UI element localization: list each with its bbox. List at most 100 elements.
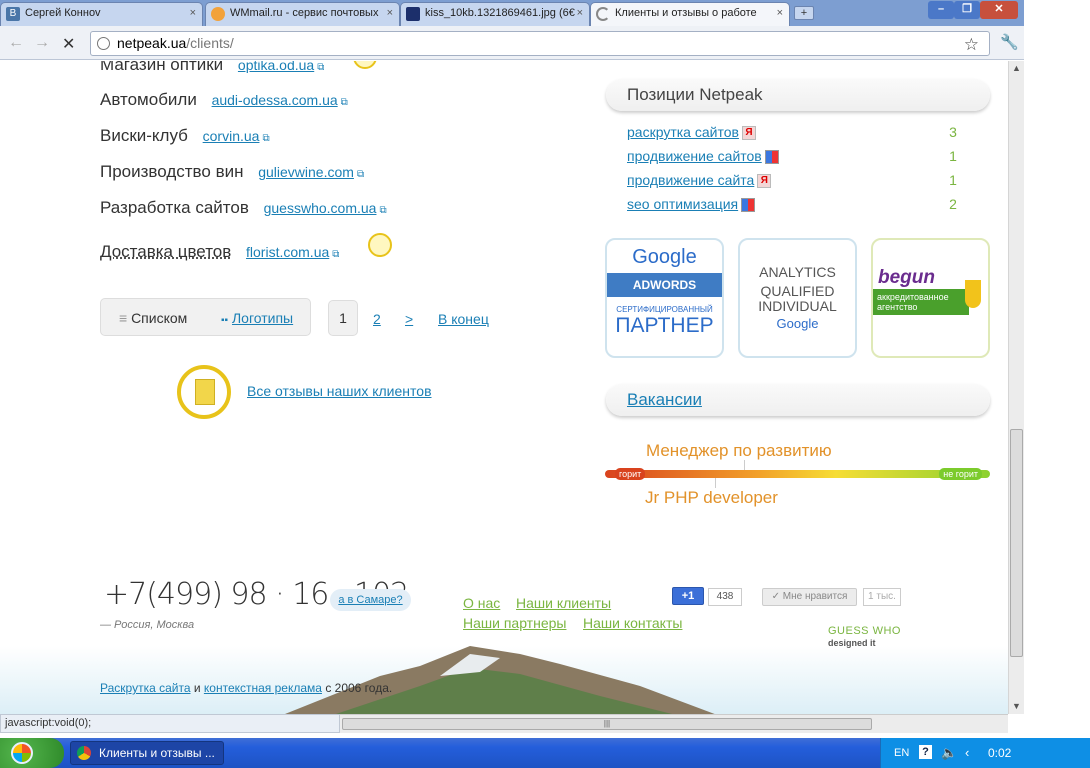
position-query: seo оптимизация — [627, 196, 739, 212]
close-icon[interactable]: × — [777, 7, 783, 19]
minimize-button[interactable]: – — [928, 1, 954, 19]
guesswho-logo[interactable]: GUESS WHO — [828, 625, 901, 637]
position-item[interactable]: продвижение сайтов — [627, 148, 779, 165]
external-link-icon: ⧉ — [317, 62, 325, 73]
footer-link-about[interactable]: О нас — [463, 595, 500, 611]
forward-icon[interactable]: → — [34, 34, 50, 52]
position-item[interactable]: продвижение сайта Я — [627, 172, 772, 189]
language-indicator[interactable]: EN — [894, 747, 909, 759]
samara-button[interactable]: а в Самаре? — [330, 589, 411, 611]
medal-icon — [353, 61, 377, 69]
close-icon[interactable]: × — [190, 7, 196, 19]
speaker-icon[interactable]: 🔈 — [941, 745, 957, 761]
client-row: Разработка сайтов guesswho.com.ua ⧉ — [100, 198, 387, 218]
browser-toolbar: ← → ✕ netpeak.ua/clients/ ☆ 🔧 — [0, 26, 1024, 60]
client-row: Виски-клуб corvin.ua ⧉ — [100, 126, 270, 146]
client-site-link[interactable]: optika.od.ua — [238, 61, 314, 73]
close-icon[interactable]: × — [387, 7, 393, 19]
start-button[interactable] — [0, 738, 64, 768]
client-site-link[interactable]: corvin.ua — [203, 128, 260, 144]
context-ads-link[interactable]: контекстная реклама — [204, 681, 322, 695]
client-row: Доставка цветов florist.com.ua ⧉ — [100, 242, 339, 262]
vacancy-item[interactable]: Jr PHP developer — [645, 488, 778, 508]
tab-title: WMmail.ru - сервис почтовых — [230, 7, 379, 19]
yandex-icon: Я — [741, 126, 756, 141]
client-row: Производство вин gulievwine.com ⧉ — [100, 162, 364, 182]
positions-title: Позиции Netpeak — [606, 79, 990, 111]
position-query: продвижение сайта — [627, 172, 755, 188]
seo-link[interactable]: Раскрутка сайта — [100, 681, 191, 695]
certified-label: СЕРТИФИЦИРОВАННЫЙ — [616, 305, 713, 314]
system-tray: EN ? 🔈 ‹ 0:02 — [880, 738, 1090, 768]
plus-one-count: 438 — [708, 588, 742, 606]
shield-icon — [406, 7, 420, 21]
close-window-button[interactable]: ✕ — [980, 1, 1018, 19]
list-icon: ≡ — [119, 310, 128, 326]
vacancies-panel: Вакансии — [606, 384, 990, 416]
medal-icon — [368, 233, 392, 257]
hscroll-thumb[interactable]: ||| — [342, 718, 872, 730]
client-row: Магазин оптики optika.od.ua ⧉ — [100, 61, 324, 75]
tab-wmmail[interactable]: WMmail.ru - сервис почтовых × — [205, 2, 400, 26]
tab-strip: B Сергей Конноv × WMmail.ru - сервис поч… — [0, 0, 1024, 26]
footer-link-contacts[interactable]: Наши контакты — [583, 615, 682, 631]
position-query: продвижение сайтов — [627, 148, 762, 164]
like-count: 1 тыс. — [863, 588, 901, 606]
google-icon — [741, 198, 756, 213]
vacancies-link[interactable]: Вакансии — [627, 390, 702, 409]
tab-clients[interactable]: Клиенты и отзывы о работе × — [590, 2, 790, 26]
external-link-icon: ⧉ — [262, 133, 270, 144]
client-category: Доставка цветов — [100, 242, 232, 261]
logos-label: Логотипы — [231, 310, 294, 326]
position-rank: 1 — [949, 172, 957, 188]
facebook-like-button[interactable]: ✓ Мне нравится — [762, 588, 857, 606]
urgency-scale: горит не горит — [605, 468, 990, 480]
vacancy-item[interactable]: Менеджер по развитию — [646, 441, 832, 461]
globe-icon — [97, 37, 110, 50]
chevron-left-icon[interactable]: ‹ — [965, 745, 969, 760]
scroll-up-icon[interactable]: ▲ — [1012, 63, 1021, 73]
position-item[interactable]: seo оптимизация — [627, 196, 756, 213]
url-host: netpeak.ua — [117, 35, 187, 51]
pager-page-2[interactable]: 2 — [373, 311, 381, 327]
footer-link-partners[interactable]: Наши партнеры — [463, 615, 566, 631]
wrench-icon[interactable]: 🔧 — [1000, 33, 1019, 51]
horizontal-scrollbar[interactable]: ||| — [340, 714, 1008, 733]
footer-link-clients[interactable]: Наши клиенты — [516, 595, 611, 611]
url-path: /clients/ — [186, 35, 234, 51]
client-site-link[interactable]: audi-odessa.com.ua — [212, 92, 338, 108]
close-icon[interactable]: × — [577, 7, 583, 19]
footer-seo-line: Раскрутка сайта и контекстная реклама с … — [100, 681, 392, 695]
loading-spinner-icon — [596, 7, 610, 21]
mountain-illustration — [0, 646, 1008, 714]
client-site-link[interactable]: gulievwine.com — [258, 164, 354, 180]
designed-by-label: designed it — [828, 638, 876, 648]
tab-image[interactable]: kiss_10kb.1321869461.jpg (6€ × — [400, 2, 590, 26]
back-icon[interactable]: ← — [8, 34, 24, 52]
scroll-thumb[interactable] — [1010, 429, 1023, 657]
tab-title: kiss_10kb.1321869461.jpg (6€ — [425, 7, 575, 19]
pager-last[interactable]: В конец — [438, 311, 489, 327]
list-view-option[interactable]: ≡ Списком — [119, 310, 187, 326]
position-query: раскрутка сайтов — [627, 124, 739, 140]
maximize-button[interactable]: ❐ — [954, 1, 980, 19]
pager-next[interactable]: > — [405, 311, 413, 327]
bookmark-star-icon[interactable]: ☆ — [964, 33, 979, 56]
vk-icon: B — [6, 7, 20, 21]
google-plus-one-button[interactable]: +1 — [672, 587, 704, 605]
client-row: Автомобили audi-odessa.com.ua ⧉ — [100, 90, 348, 110]
logos-view-option[interactable]: ▪▪ Логотипы — [221, 310, 293, 326]
scroll-down-icon[interactable]: ▼ — [1012, 701, 1021, 711]
and-text: и — [193, 681, 201, 695]
vertical-scrollbar[interactable]: ▲ ▼ — [1008, 61, 1024, 714]
all-reviews-link[interactable]: Все отзывы наших клиентов — [247, 383, 432, 399]
stop-icon[interactable]: ✕ — [62, 34, 75, 54]
help-icon[interactable]: ? — [919, 745, 932, 759]
taskbar-item-chrome[interactable]: Клиенты и отзывы ... — [70, 741, 224, 765]
address-bar[interactable]: netpeak.ua/clients/ ☆ — [90, 31, 990, 56]
position-item[interactable]: раскрутка сайтов Я — [627, 124, 756, 141]
new-tab-button[interactable]: + — [794, 6, 814, 20]
client-site-link[interactable]: florist.com.ua — [246, 244, 329, 260]
tab-vk[interactable]: B Сергей Конноv × — [0, 2, 203, 26]
client-site-link[interactable]: guesswho.com.ua — [264, 200, 377, 216]
